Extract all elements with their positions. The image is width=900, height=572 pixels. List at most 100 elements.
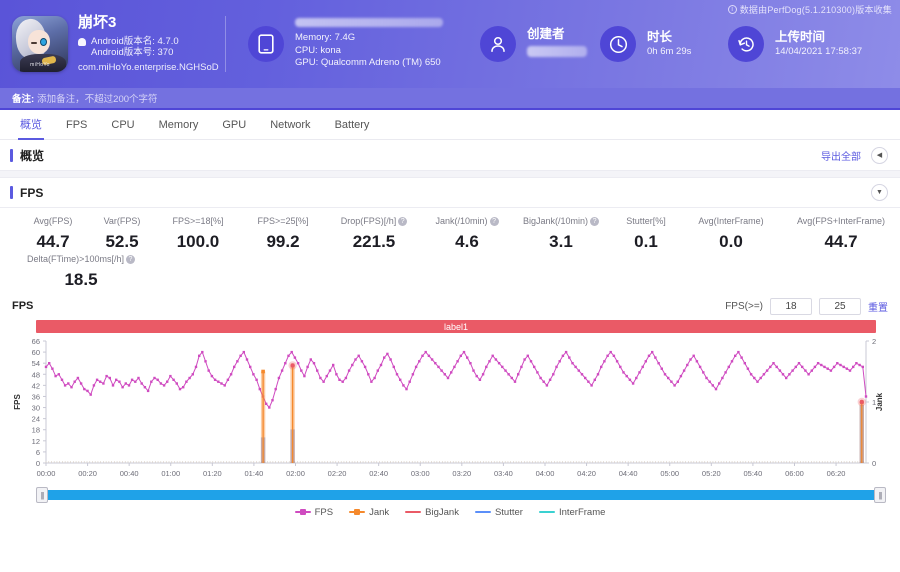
metric-label-text: Avg(FPS) [34, 216, 73, 226]
device-name-redacted [295, 18, 443, 27]
tab-fps[interactable]: FPS [54, 110, 99, 140]
nav-tabs: 概览 FPS CPU Memory GPU Network Battery [0, 110, 900, 140]
svg-text:30: 30 [32, 404, 40, 413]
legend-item[interactable]: InterFrame [539, 507, 605, 518]
app-name: 崩坏3 [78, 14, 219, 33]
metric-value: 221.5 [326, 232, 422, 252]
svg-text:FPS: FPS [13, 394, 22, 410]
duration-title: 时长 [647, 29, 691, 46]
svg-text:60: 60 [32, 348, 40, 357]
tab-battery[interactable]: Battery [323, 110, 382, 140]
metric-label: Stutter[%] [610, 216, 682, 226]
remark-input-placeholder[interactable]: 添加备注，不超过200个字符 [37, 91, 157, 105]
device-memory: Memory: 7.4G [295, 32, 443, 45]
creator-name-redacted [527, 46, 587, 57]
app-icon: miHoYo [12, 16, 68, 72]
legend-label: BigJank [425, 507, 459, 518]
fps-threshold-label: FPS(>=) [725, 301, 763, 312]
help-icon[interactable]: ? [590, 217, 599, 226]
overview-actions: 导出全部 ◀ [821, 147, 888, 164]
report-header: i 数据由PerfDog(5.1.210300)版本收集 miHoYo 崩坏3 … [0, 0, 900, 88]
fps-threshold-high-input[interactable] [819, 298, 861, 315]
help-icon[interactable]: ? [398, 217, 407, 226]
svg-text:04:40: 04:40 [619, 469, 638, 478]
timeline-range-slider[interactable]: ||| ||| [10, 487, 890, 503]
legend-swatch [349, 511, 365, 513]
svg-text:05:00: 05:00 [660, 469, 679, 478]
app-icon-eye-closed [31, 42, 37, 44]
app-info-block: miHoYo 崩坏3 Android版本名: 4.7.0 Android版本号:… [0, 14, 225, 74]
metric-card: Var(FPS) 52.5 [88, 216, 156, 252]
help-icon[interactable]: ? [490, 217, 499, 226]
remark-bar[interactable]: 备注: 添加备注，不超过200个字符 [0, 88, 900, 110]
metric-label-text: Delta(FTime)>100ms[/h] [27, 254, 124, 264]
info-icon: i [728, 5, 737, 14]
metric-label: FPS>=25[%] [240, 216, 326, 226]
metric-card: Avg(FPS)44.7 [18, 216, 88, 252]
series-label-bar[interactable]: label1 [36, 320, 876, 333]
fps-threshold-low-input[interactable] [770, 298, 812, 315]
metric-label: Avg(InterFrame) [682, 216, 780, 226]
svg-text:36: 36 [32, 392, 40, 401]
phone-icon [248, 26, 284, 62]
fps-plot-svg[interactable]: 0612182430364248546066FPS012Jank00:0000:… [10, 337, 890, 485]
fps-chart-controls: FPS(>=) 重置 [725, 298, 888, 315]
tab-overview[interactable]: 概览 [8, 110, 54, 140]
tab-network[interactable]: Network [258, 110, 322, 140]
svg-text:06:20: 06:20 [827, 469, 846, 478]
tab-cpu[interactable]: CPU [99, 110, 146, 140]
timeline-slider-track[interactable] [46, 490, 876, 500]
fps-chart-title: FPS [12, 300, 33, 312]
metric-value: 52.5 [88, 232, 156, 252]
svg-text:Jank: Jank [875, 392, 884, 411]
tab-memory[interactable]: Memory [147, 110, 211, 140]
legend-swatch [475, 511, 491, 513]
creator-block: 创建者 [458, 26, 578, 63]
metric-label: BigJank(/10min)? [512, 216, 610, 226]
fps-chart-header: FPS FPS(>=) 重置 [10, 294, 890, 318]
export-all-button[interactable]: 导出全部 [821, 148, 861, 163]
metric-value: 44.7 [780, 232, 900, 252]
perfdog-version-note: i 数据由PerfDog(5.1.210300)版本收集 [728, 3, 892, 16]
svg-text:03:20: 03:20 [452, 469, 471, 478]
legend-item[interactable]: Stutter [475, 507, 523, 518]
fps-plot[interactable]: 0612182430364248546066FPS012Jank00:0000:… [10, 337, 890, 485]
upload-time-title: 上传时间 [775, 29, 862, 46]
legend-item[interactable]: Jank [349, 507, 389, 518]
metric-card: FPS>=25[%]99.2 [240, 216, 326, 252]
svg-text:01:40: 01:40 [245, 469, 264, 478]
overview-title: 概览 [10, 147, 44, 164]
upload-time-value: 14/04/2021 17:58:37 [775, 46, 862, 59]
legend-item[interactable]: BigJank [405, 507, 459, 518]
metric-label: Avg(FPS+InterFrame) [780, 216, 900, 226]
reset-button[interactable]: 重置 [868, 299, 888, 314]
metric-card: BigJank(/10min)?3.1 [512, 216, 610, 252]
svg-text:00:20: 00:20 [78, 469, 97, 478]
svg-text:54: 54 [32, 359, 40, 368]
svg-text:00:40: 00:40 [120, 469, 139, 478]
metric-card: Jank(/10min)?4.6 [422, 216, 512, 252]
tab-gpu[interactable]: GPU [210, 110, 258, 140]
svg-text:42: 42 [32, 381, 40, 390]
metric-card: FPS>=18[%]100.0 [156, 216, 240, 252]
timeline-slider-handle-right[interactable]: ||| [874, 487, 886, 503]
legend-label: FPS [315, 507, 333, 518]
legend-item[interactable]: FPS [295, 507, 333, 518]
help-icon[interactable]: ? [126, 255, 135, 264]
metric-card: Delta(FTime)>100ms[/h]?18.5 [6, 254, 156, 290]
svg-text:00:00: 00:00 [37, 469, 56, 478]
svg-text:2: 2 [872, 337, 876, 346]
duration-block: 时长 0h 6m 29s [578, 26, 706, 62]
chevron-left-icon[interactable]: ◀ [871, 147, 888, 164]
metric-label-text: Var(FPS) [104, 216, 141, 226]
user-icon [480, 26, 516, 62]
chevron-down-icon[interactable]: ▼ [871, 184, 888, 201]
metric-card: Stutter[%]0.1 [610, 216, 682, 252]
device-info-block: Memory: 7.4G CPU: kona GPU: Qualcomm Adr… [226, 18, 458, 70]
metric-card: Avg(InterFrame)0.0 [682, 216, 780, 252]
svg-text:06:00: 06:00 [785, 469, 804, 478]
remark-label: 备注: [12, 91, 34, 105]
timeline-slider-handle-left[interactable]: ||| [36, 487, 48, 503]
app-package-name: com.miHoYo.enterprise.NGHSoD [78, 62, 219, 74]
legend-label: Jank [369, 507, 389, 518]
